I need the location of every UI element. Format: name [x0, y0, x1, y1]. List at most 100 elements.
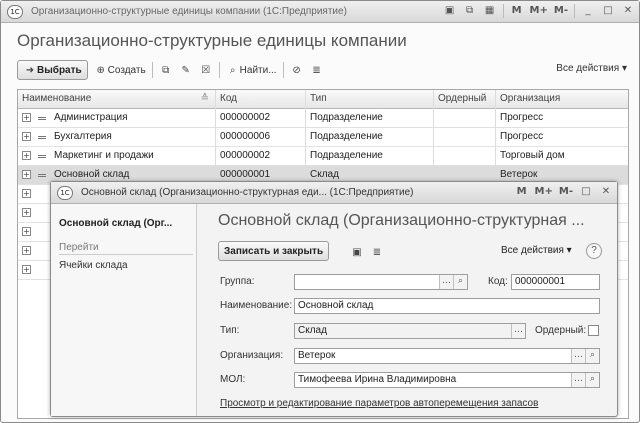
expand-icon[interactable]: + — [22, 208, 31, 217]
organization-label: Организация: — [220, 350, 284, 361]
delete-mark-icon: ☒ — [201, 64, 211, 76]
item-heading: Основной склад (Организационно-структурн… — [218, 212, 585, 229]
main-titlebar[interactable]: 1С Организационно-структурные единицы ко… — [1, 1, 639, 23]
unit-icon — [38, 136, 46, 139]
nav-item-storage-cells[interactable]: Ячейки склада — [59, 260, 128, 271]
maximize-icon[interactable]: □ — [579, 185, 593, 199]
item-window: 1С Основной склад (Организационно-структ… — [50, 181, 618, 417]
expand-icon[interactable]: + — [22, 227, 31, 236]
expand-icon[interactable]: + — [22, 170, 31, 179]
type-label: Тип: — [220, 325, 240, 336]
calendar-icon[interactable]: ▦ — [483, 4, 497, 18]
save-icon[interactable]: ▣ — [350, 245, 364, 259]
column-header-code[interactable]: Код — [216, 90, 306, 109]
unit-icon — [38, 117, 46, 120]
table-header: Наименование ≙ Код Тип Ордерный Организа… — [18, 90, 628, 109]
command-bar: ➜ Выбрать ⊕ Создать ⧉ ✎ ☒ ⌕ Найти... ⊘ ≣… — [17, 59, 629, 81]
column-header-organization[interactable]: Организация — [496, 90, 628, 109]
choose-button[interactable]: … — [571, 373, 585, 387]
sort-icon: ≙ — [200, 93, 209, 104]
expand-icon[interactable]: + — [22, 246, 31, 255]
save-and-close-button[interactable]: Записать и закрыть — [218, 241, 330, 261]
copy-button[interactable]: ⧉ — [159, 63, 173, 77]
all-actions-menu[interactable]: Все действия ▾ — [556, 63, 627, 74]
ordered-label: Ордерный: — [535, 325, 587, 336]
name-field[interactable]: Основной склад — [294, 298, 600, 314]
unit-icon — [38, 174, 46, 177]
ordered-checkbox[interactable] — [588, 325, 599, 336]
code-label: Код: — [488, 276, 508, 287]
column-header-ordered[interactable]: Ордерный — [434, 90, 496, 109]
close-icon[interactable]: ✕ — [621, 4, 635, 18]
form-title: Организационно-структурные единицы компа… — [17, 31, 407, 50]
memory-m-button[interactable]: M — [515, 185, 529, 199]
choose-button[interactable]: … — [439, 275, 453, 289]
copy-icon[interactable]: ⧉ — [463, 4, 477, 18]
item-titlebar[interactable]: 1С Основной склад (Организационно-структ… — [51, 182, 617, 204]
delete-mark-button[interactable]: ☒ — [199, 63, 213, 77]
pencil-icon: ✎ — [181, 64, 190, 76]
separator — [574, 4, 575, 18]
goto-heading: Перейти — [59, 242, 193, 255]
memory-m-plus-button[interactable]: M+ — [535, 185, 553, 199]
1c-logo-icon: 1С — [57, 185, 73, 200]
table-row[interactable]: + Администрация 000000002 Подразделение … — [18, 109, 628, 128]
create-button[interactable]: ⊕ Создать — [94, 63, 145, 77]
memory-m-minus-button[interactable]: M- — [554, 4, 568, 18]
table-row[interactable]: + Бухгалтерия 000000006 Подразделение Пр… — [18, 128, 628, 147]
group-label: Группа: — [220, 276, 255, 287]
form-panel: Основной склад (Организационно-структурн… — [198, 204, 617, 416]
organization-field[interactable]: Ветерок … ⌕ — [294, 348, 600, 364]
separator — [502, 4, 504, 18]
list-settings-button[interactable]: ≣ — [310, 63, 324, 77]
search-icon[interactable]: ⌕ — [453, 275, 467, 289]
memory-m-plus-button[interactable]: M+ — [530, 4, 548, 18]
separator — [151, 62, 153, 78]
cancel-search-button[interactable]: ⊘ — [290, 63, 304, 77]
create-plus-icon: ⊕ — [96, 64, 105, 76]
code-field[interactable]: 000000001 — [511, 274, 600, 290]
search-icon[interactable]: ⌕ — [585, 349, 599, 363]
edit-button[interactable]: ✎ — [179, 63, 193, 77]
select-button[interactable]: ➜ Выбрать — [17, 60, 88, 80]
search-icon: ⌕ — [229, 64, 236, 76]
group-field[interactable]: … ⌕ — [294, 274, 468, 290]
help-button[interactable]: ? — [586, 243, 602, 259]
navigation-panel: Основной склад (Орг... Перейти Ячейки ск… — [51, 204, 197, 416]
expand-icon[interactable]: + — [22, 265, 31, 274]
maximize-icon[interactable]: □ — [601, 4, 615, 18]
all-actions-menu[interactable]: Все действия ▾ — [501, 245, 572, 256]
type-field[interactable]: Склад … — [294, 323, 526, 339]
find-button[interactable]: ⌕ Найти... — [226, 63, 277, 77]
close-icon[interactable]: ✕ — [599, 185, 613, 199]
expand-icon[interactable]: + — [22, 132, 31, 141]
mol-label: МОЛ: — [220, 374, 246, 385]
unit-icon — [38, 155, 46, 158]
copy-item-icon: ⧉ — [162, 64, 170, 76]
choose-button[interactable]: … — [571, 349, 585, 363]
choose-button[interactable]: … — [511, 324, 525, 338]
mol-field[interactable]: Тимофеева Ирина Владимировна … ⌕ — [294, 372, 600, 388]
main-window-title: Организационно-структурные единицы компа… — [31, 6, 347, 17]
table-row[interactable]: + Маркетинг и продажи 000000002 Подразде… — [18, 147, 628, 166]
search-icon[interactable]: ⌕ — [585, 373, 599, 387]
save-icon[interactable]: ▣ — [443, 4, 457, 18]
1c-logo-icon: 1С — [7, 4, 23, 19]
separator — [282, 62, 284, 78]
column-header-name[interactable]: Наименование ≙ — [18, 90, 216, 109]
name-label: Наименование: — [220, 300, 293, 311]
column-header-type[interactable]: Тип — [306, 90, 434, 109]
expand-icon[interactable]: + — [22, 113, 31, 122]
nav-item-main[interactable]: Основной склад (Орг... — [59, 218, 172, 229]
expand-icon[interactable]: + — [22, 189, 31, 198]
dropdown-arrow-icon: ▾ — [621, 63, 627, 74]
dropdown-arrow-icon: ▾ — [566, 245, 572, 256]
separator — [218, 62, 220, 78]
expand-icon[interactable]: + — [22, 151, 31, 160]
list-icon[interactable]: ≣ — [370, 245, 384, 259]
item-window-title: Основной склад (Организационно-структурн… — [81, 187, 414, 198]
memory-m-button[interactable]: M — [510, 4, 524, 18]
auto-transfer-settings-link[interactable]: Просмотр и редактирование параметров авт… — [220, 398, 538, 409]
memory-m-minus-button[interactable]: M- — [559, 185, 573, 199]
minimize-icon[interactable]: _ — [581, 4, 595, 18]
